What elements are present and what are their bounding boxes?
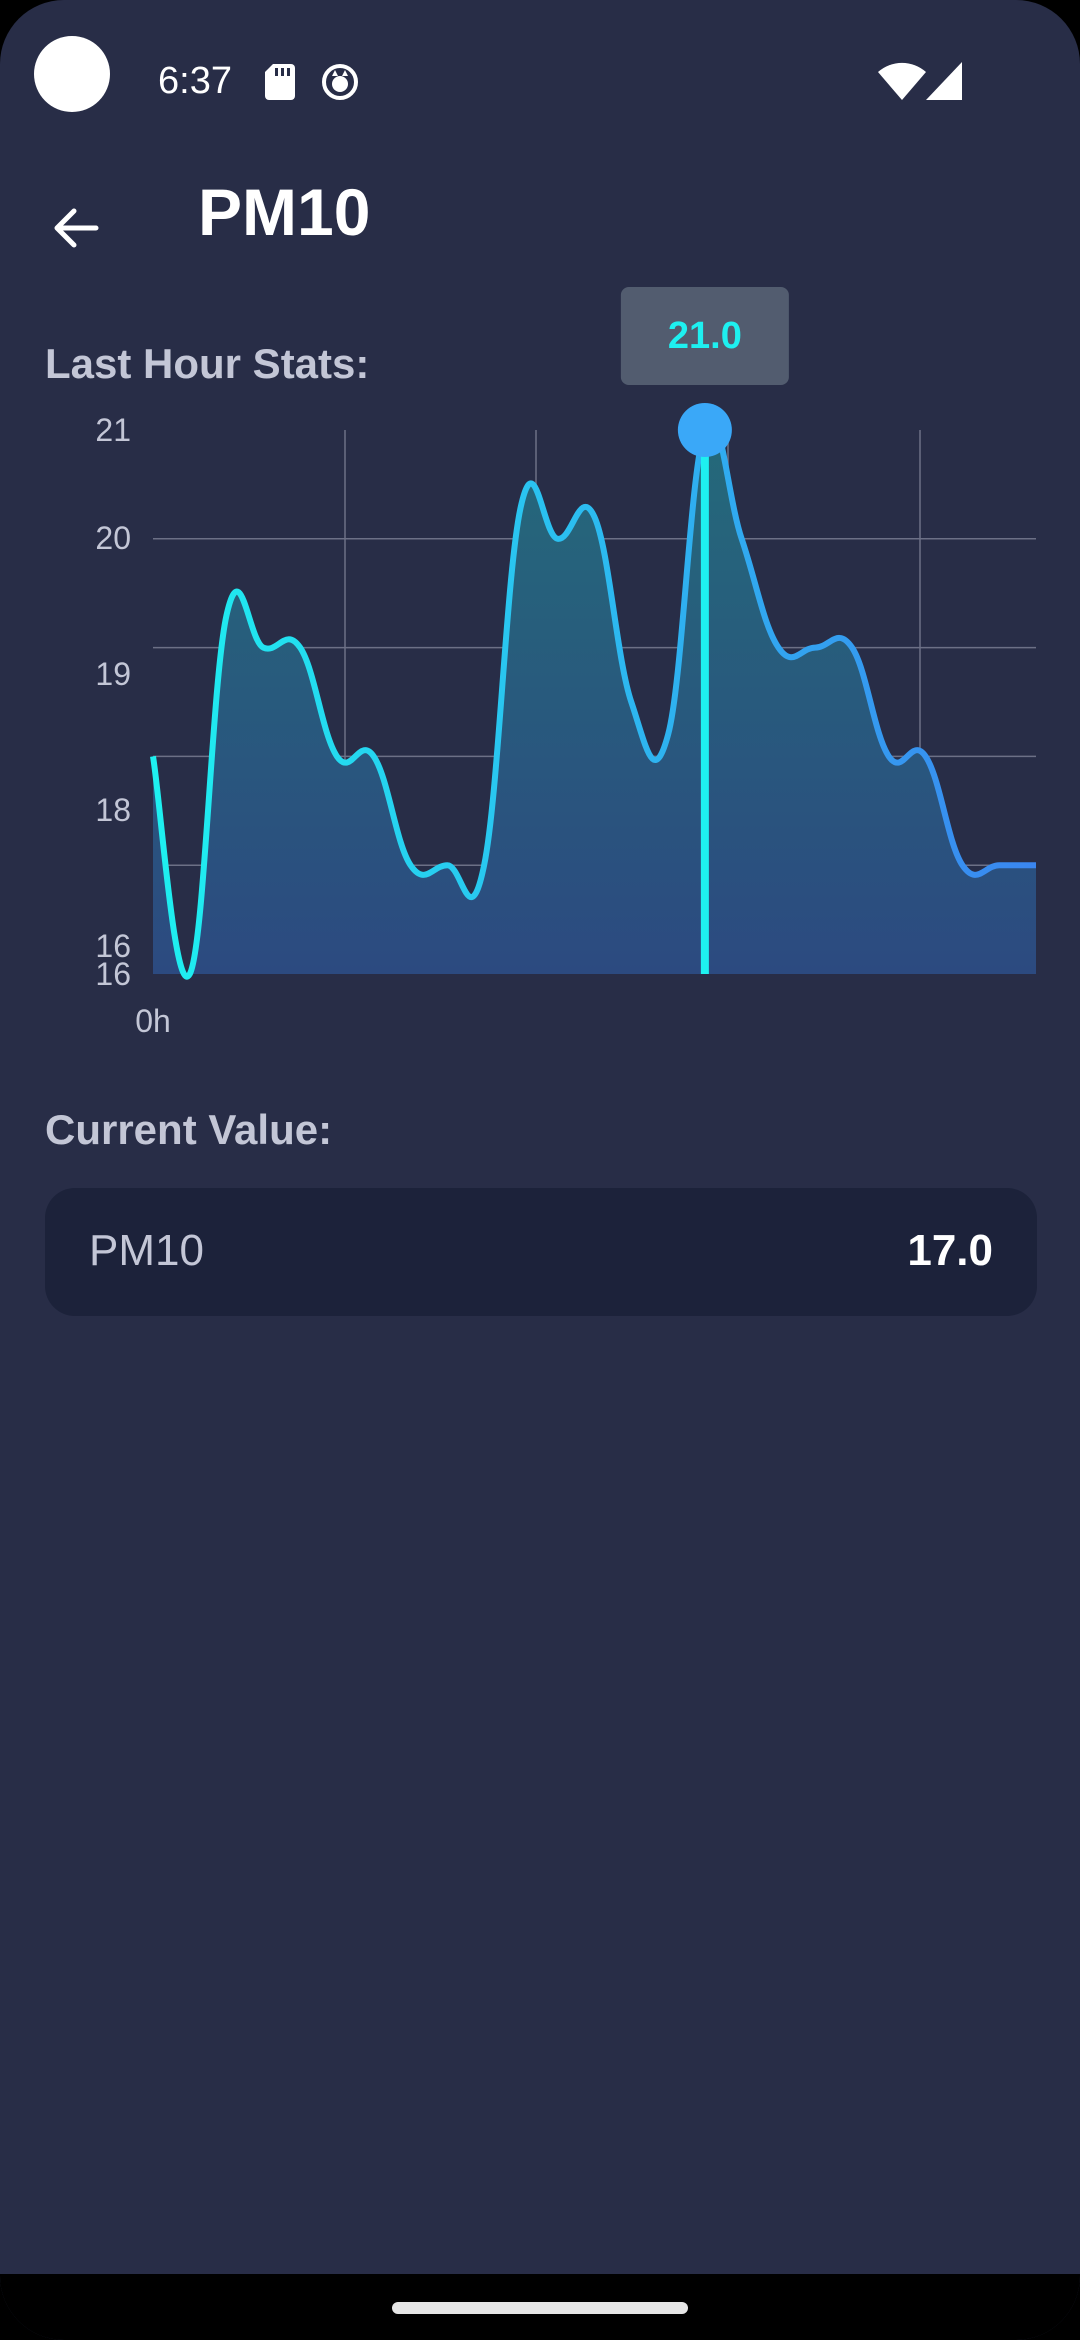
current-value-card: PM10 17.0 (45, 1188, 1037, 1316)
arrow-left-icon (54, 208, 99, 248)
app-screen: 6:37 PM10 Last Hour Stats: 21 20 19 18 1… (0, 0, 1080, 2340)
touch-indicator-dot (677, 403, 732, 457)
wifi-icon (878, 62, 926, 100)
y-tick-label: 19 (95, 656, 131, 692)
page-title: PM10 (198, 175, 371, 249)
x-tick-label: 0h (135, 1003, 171, 1039)
signal-icon (926, 62, 962, 100)
app-bar: PM10 (0, 160, 1080, 280)
cat-icon (322, 64, 358, 100)
back-button[interactable] (28, 180, 124, 276)
tooltip-value: 21.0 (668, 315, 742, 357)
current-value-label: Current Value: (45, 1106, 333, 1153)
status-bar: 6:37 (0, 0, 1080, 160)
pollutant-name: PM10 (89, 1226, 204, 1275)
camera-cutout (34, 36, 110, 112)
pm10-chart[interactable]: 2120191816160h21.0 (0, 280, 1080, 1050)
y-tick-label: 18 (95, 792, 131, 828)
area-fill (153, 421, 1036, 977)
status-time: 6:37 (158, 60, 232, 102)
home-indicator[interactable] (392, 2302, 688, 2314)
y-tick-label: 21 (95, 412, 131, 448)
y-tick-label: 16 (95, 956, 131, 992)
y-tick-label: 20 (95, 520, 131, 556)
pollutant-value: 17.0 (907, 1226, 993, 1275)
sd-card-icon (265, 64, 295, 100)
